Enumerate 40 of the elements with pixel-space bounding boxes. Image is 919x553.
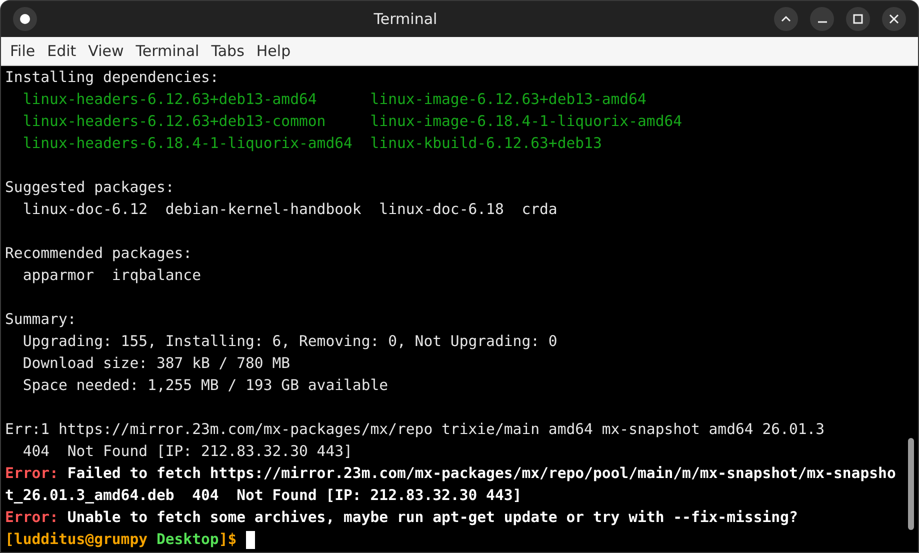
close-button[interactable] (882, 7, 906, 31)
minimize-button[interactable] (810, 7, 834, 31)
maximize-button[interactable] (846, 7, 870, 31)
output-line: linux-headers-6.18.4-1-liquorix-amd64 linux-kbuild-6.12.63+deb13 (22, 135, 602, 152)
error-text: t_26.01.3_amd64.deb 404 Not Found [IP: 212.83.32.30 443] (5, 487, 522, 504)
shade-button[interactable] (774, 7, 798, 31)
chevron-up-icon (781, 14, 791, 24)
menu-item[interactable]: Edit (41, 40, 82, 62)
output-line: linux-headers-6.12.63+deb13-amd64 linux-image-6.12.63+deb13-amd64 (22, 91, 646, 108)
prompt-text: [ludditus@grumpy (5, 531, 149, 548)
output-line: Err:1 https://mirror.23m.com/mx-packages/mx/repo trixie/main amd64 mx-snapshot amd64 26.01.3 (5, 421, 825, 438)
error-text: Error: (5, 465, 58, 482)
menu-item[interactable]: Terminal (130, 40, 206, 62)
menu-item[interactable]: Tabs (205, 40, 250, 62)
text-cursor (246, 530, 255, 549)
prompt-text: Desktop (156, 531, 219, 548)
close-icon (889, 14, 899, 24)
output-line: Download size: 387 kB / 780 MB (22, 355, 290, 372)
output-line: Recommended packages: (5, 245, 192, 262)
output-line: linux-doc-6.12 debian-kernel-handbook linux-doc-6.18 crda (22, 201, 558, 218)
output-line: 404 Not Found [IP: 212.83.32.30 443] (22, 443, 352, 460)
output-line: Upgrading: 155, Installing: 6, Removing: 0, Not Upgrading: 0 (22, 333, 558, 350)
error-text: Unable to fetch some archives, maybe run apt-get update or try with --fix-missing? (66, 509, 798, 526)
output-line: apparmor irqbalance (22, 267, 201, 284)
window-title: Terminal (372, 8, 438, 30)
maximize-icon (853, 14, 863, 24)
scrollbar-thumb[interactable] (908, 438, 914, 530)
prompt-text: ]$ (218, 531, 237, 548)
output-line: Suggested packages: (5, 179, 174, 196)
output-line: Installing dependencies: (5, 69, 219, 86)
output-line: Space needed: 1,255 MB / 193 GB available (22, 377, 388, 394)
error-text: Error: (5, 509, 58, 526)
menu-item[interactable]: View (82, 40, 130, 62)
window-menu-button[interactable] (13, 7, 37, 31)
minimize-icon (818, 21, 826, 23)
error-text: Failed to fetch https://mirror.23m.com/mx-packages/mx/repo/pool/main/m/mx-snapshot/mx-snapsho (66, 465, 896, 482)
output-line: Summary: (5, 311, 76, 328)
menu-item[interactable]: File (4, 40, 42, 62)
menu-item[interactable]: Help (250, 40, 297, 62)
output-line: linux-headers-6.12.63+deb13-common linux-image-6.18.4-1-liquorix-amd64 (22, 113, 682, 130)
